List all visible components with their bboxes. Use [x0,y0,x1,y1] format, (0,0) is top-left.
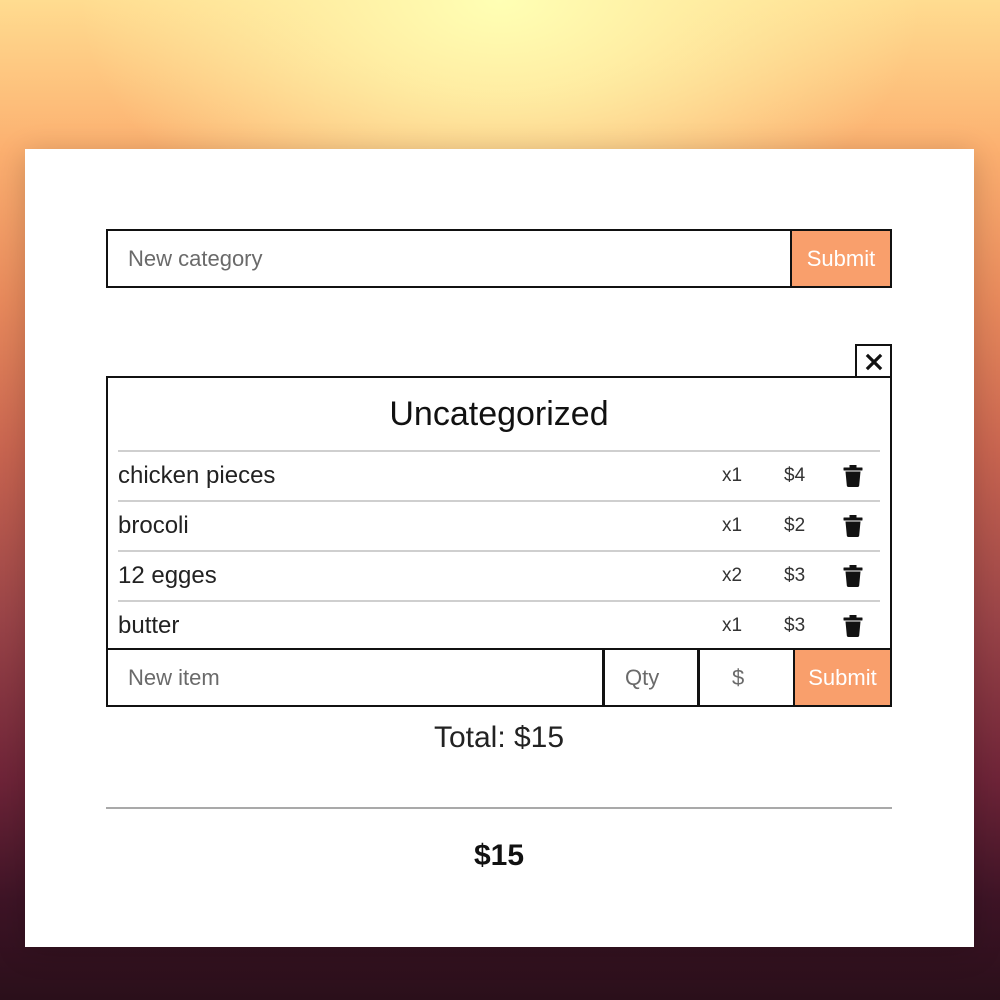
category-submit-button[interactable]: Submit [790,231,890,286]
delete-category-button[interactable] [855,344,892,377]
item-price-input[interactable] [700,650,793,705]
divider [106,807,892,809]
item-qty: x1 [722,515,743,536]
item-submit-button[interactable]: Submit [793,650,890,705]
grand-total: $15 [473,839,525,872]
list-item: 12 egges x2 $3 [118,552,880,602]
shopping-list-card: Submit Uncategorized chicken pieces x1 $… [25,149,974,947]
list-item: butter x1 $3 [118,602,880,650]
list-item: chicken pieces x1 $4 [118,452,880,502]
new-category-input[interactable] [108,231,790,286]
category-total: Total: $15 [433,721,565,754]
item-price: $2 [784,515,806,536]
trash-icon[interactable] [843,515,863,537]
new-item-input[interactable] [108,650,605,705]
trash-icon[interactable] [843,565,863,587]
item-price: $3 [784,615,806,636]
item-name: 12 egges [118,562,217,589]
item-qty: x1 [722,615,743,636]
item-qty: x2 [722,565,743,586]
new-category-form: Submit [106,229,892,288]
item-name: butter [118,612,180,639]
close-icon [865,353,882,370]
item-qty-input[interactable] [605,650,700,705]
list-item: brocoli x1 $2 [118,502,880,552]
new-item-form: Submit [106,648,892,707]
item-name: chicken pieces [118,462,276,489]
trash-icon[interactable] [843,615,863,637]
item-name: brocoli [118,512,189,539]
category-title: Uncategorized [389,395,609,433]
item-qty: x1 [722,465,743,486]
item-price: $4 [784,465,806,486]
item-price: $3 [784,565,806,586]
item-list: chicken pieces x1 $4 brocoli x1 $2 12 eg… [118,450,880,650]
trash-icon[interactable] [843,465,863,487]
